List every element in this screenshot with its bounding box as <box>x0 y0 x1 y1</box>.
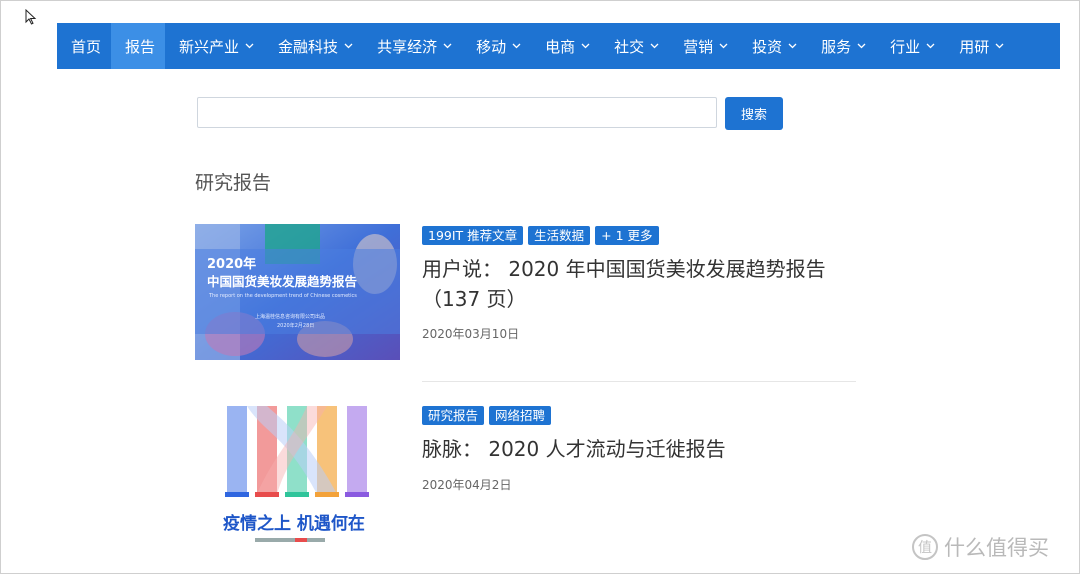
nav-label: 移动 <box>476 37 507 56</box>
tag-research-report[interactable]: 研究报告 <box>422 406 485 425</box>
post-title[interactable]: 用户说： 2020 年中国国货美妆发展趋势报告（137 页） <box>422 254 862 314</box>
post-divider <box>422 381 856 382</box>
nav-item-social[interactable]: 社交 <box>600 23 669 69</box>
cosmetics-report-cover-image: 2020年 中国国货美妆发展趋势报告 The report on the dev… <box>195 224 400 360</box>
nav-item-industry[interactable]: 行业 <box>876 23 945 69</box>
chevron-down-icon <box>857 43 866 49</box>
post-tags: 199IT 推荐文章 生活数据 + 1 更多 <box>422 226 659 245</box>
nav-label: 首页 <box>71 37 102 56</box>
tag-life-data[interactable]: 生活数据 <box>528 226 591 245</box>
nav-label: 服务 <box>821 37 852 56</box>
nav-item-ecommerce[interactable]: 电商 <box>531 23 600 69</box>
search-input[interactable] <box>197 97 717 128</box>
search-button[interactable]: 搜索 <box>725 97 783 130</box>
tag-online-recruitment[interactable]: 网络招聘 <box>489 406 552 425</box>
page-title: 研究报告 <box>195 172 272 194</box>
chevron-down-icon <box>512 43 521 49</box>
cover-headline: 疫情之上 机遇何在 <box>223 513 365 534</box>
cover-headline: 中国国货美妆发展趋势报告 <box>207 274 358 289</box>
tag-199it-recommended[interactable]: 199IT 推荐文章 <box>422 226 524 245</box>
watermark-text: 什么值得买 <box>944 536 1049 560</box>
post-date: 2020年03月10日 <box>422 327 520 341</box>
nav-item-home[interactable]: 首页 <box>57 23 111 69</box>
nav-item-services[interactable]: 服务 <box>807 23 876 69</box>
watermark: 值 什么值得买 <box>912 532 1049 562</box>
chevron-down-icon <box>581 43 590 49</box>
nav-label: 共享经济 <box>377 37 438 56</box>
chevron-down-icon <box>719 43 728 49</box>
chevron-down-icon <box>650 43 659 49</box>
post-tags: 研究报告 网络招聘 <box>422 406 552 425</box>
nav-item-user-research[interactable]: 用研 <box>945 23 1014 69</box>
nav-label: 新兴产业 <box>179 37 240 56</box>
chevron-down-icon <box>788 43 797 49</box>
post-thumbnail-talent-report[interactable]: 疫情之上 机遇何在 <box>195 404 390 544</box>
cover-pub-date: 2020年2月28日 <box>277 322 314 329</box>
cover-year: 2020年 <box>207 256 256 272</box>
nav-item-fintech[interactable]: 金融科技 <box>264 23 363 69</box>
nav-label: 电商 <box>545 37 576 56</box>
post-title[interactable]: 脉脉： 2020 人才流动与迁徙报告 <box>422 434 862 464</box>
nav-item-marketing[interactable]: 营销 <box>669 23 738 69</box>
talent-report-cover-image: 疫情之上 机遇何在 <box>195 404 390 544</box>
chevron-down-icon <box>926 43 935 49</box>
nav-item-sharing-economy[interactable]: 共享经济 <box>363 23 462 69</box>
nav-item-investment[interactable]: 投资 <box>738 23 807 69</box>
nav-item-emerging-industries[interactable]: 新兴产业 <box>165 23 264 69</box>
cover-subtitle: The report on the development trend of C… <box>208 293 357 299</box>
tag-more[interactable]: + 1 更多 <box>595 226 659 245</box>
nav-label: 用研 <box>959 37 990 56</box>
chevron-down-icon <box>245 43 254 49</box>
cover-publisher: 上海温桂信息咨询有限公司出品 <box>255 313 325 320</box>
nav-label: 金融科技 <box>278 37 339 56</box>
nav-label: 社交 <box>614 37 645 56</box>
mouse-cursor-icon <box>25 9 37 25</box>
post-date: 2020年04月2日 <box>422 478 512 492</box>
zhi-logo-icon: 值 <box>912 534 938 560</box>
nav-item-reports[interactable]: 报告 <box>111 23 166 69</box>
chevron-down-icon <box>443 43 452 49</box>
chevron-down-icon <box>995 43 1004 49</box>
nav-label: 行业 <box>890 37 921 56</box>
nav-item-mobile[interactable]: 移动 <box>462 23 531 69</box>
nav-label: 报告 <box>125 37 156 56</box>
nav-label: 营销 <box>683 37 714 56</box>
main-nav: 首页 报告 新兴产业 金融科技 共享经济 移动 电商 社交 营销 投资 服务 行… <box>57 23 1060 69</box>
post-thumbnail-cosmetics-report[interactable]: 2020年 中国国货美妆发展趋势报告 The report on the dev… <box>195 224 400 360</box>
chevron-down-icon <box>344 43 353 49</box>
nav-label: 投资 <box>752 37 783 56</box>
